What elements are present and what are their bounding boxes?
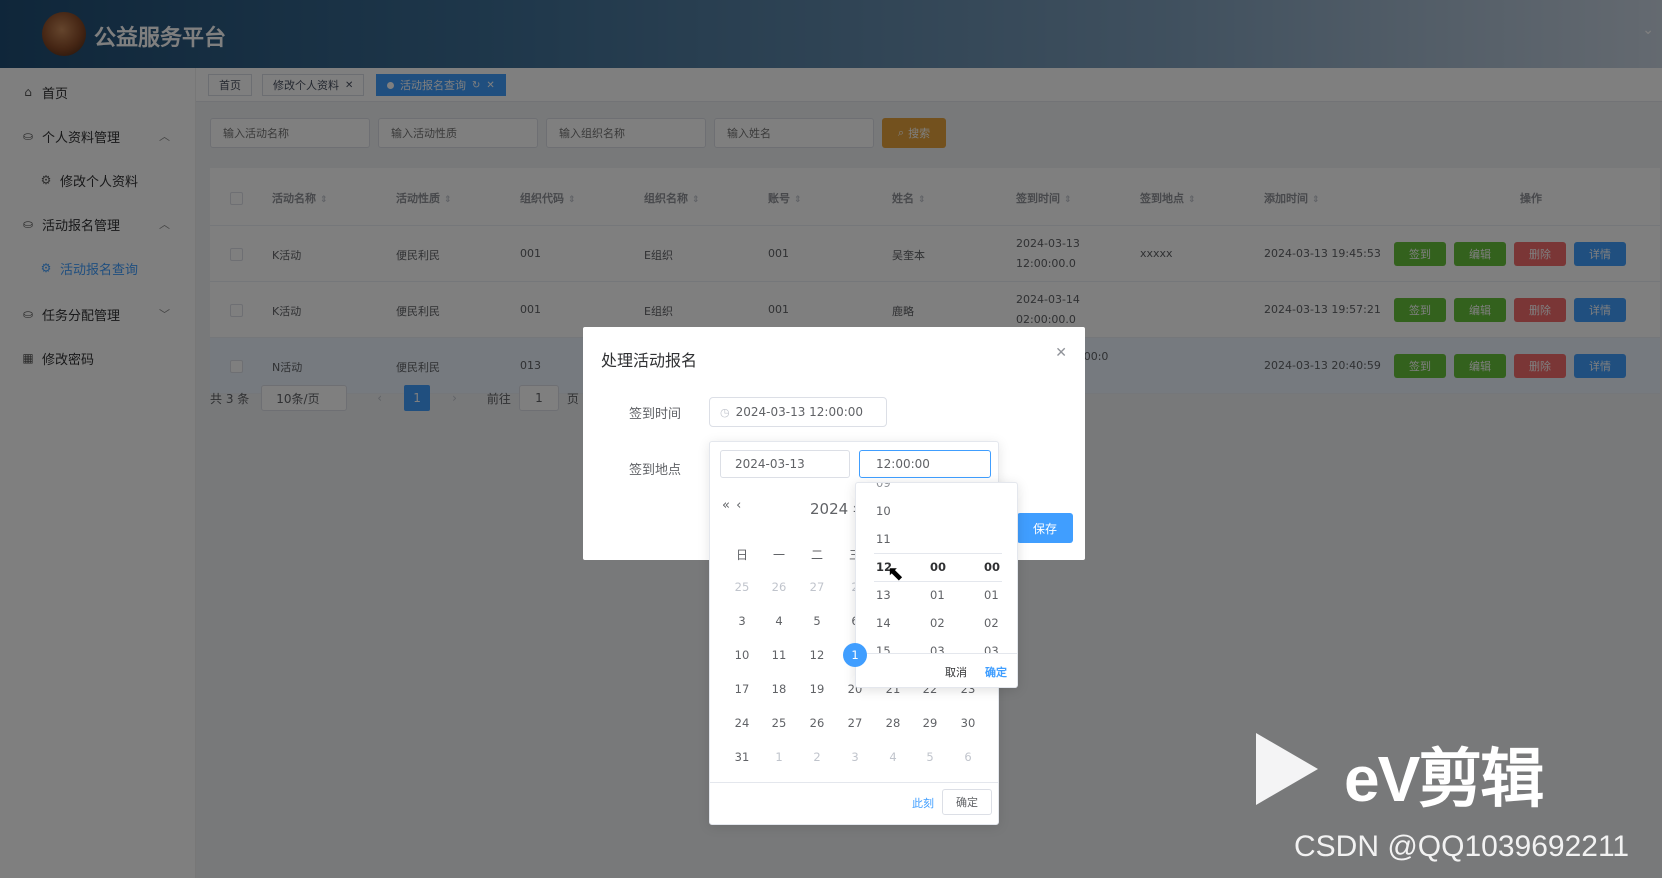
calendar-day[interactable]: 19 [802,674,832,704]
hour-option[interactable]: 14 [856,609,910,637]
signin-time-input[interactable]: ◷ 2024-03-13 12:00:00 [709,397,887,427]
second-option[interactable]: 03 [964,637,1017,653]
picker-time-input[interactable]: 12:00:00 [859,450,991,478]
picker-footer: 此刻 确定 [710,782,998,824]
second-option[interactable]: 02 [964,609,1017,637]
calendar-day[interactable]: 5 [802,606,832,636]
minute-option[interactable]: 02 [910,609,964,637]
calendar-day[interactable]: 25 [727,572,757,602]
calendar-day[interactable]: 18 [764,674,794,704]
clock-icon: ◷ [720,405,730,419]
calendar-day[interactable]: 3 [840,742,870,772]
calendar-day[interactable]: 4 [764,606,794,636]
weekday-header: 二 [810,548,823,562]
calendar-day[interactable]: 29 [915,708,945,738]
minute-option[interactable]: 03 [910,637,964,653]
calendar-day-selected[interactable]: 1 [840,640,870,670]
now-link[interactable]: 此刻 [912,795,934,811]
calendar-day[interactable]: 26 [802,708,832,738]
signin-time-value: 2024-03-13 12:00:00 [735,405,864,419]
calendar-day[interactable]: 12 [802,640,832,670]
spinner-confirm-button[interactable]: 确定 [985,664,1007,680]
second-option[interactable]: 01 [964,581,1017,609]
calendar-day[interactable]: 17 [727,674,757,704]
calendar-day[interactable]: 1 [764,742,794,772]
picker-date-input[interactable]: 2024-03-13 [720,450,850,478]
minute-option-selected[interactable]: 00 [910,553,964,581]
close-icon[interactable]: ✕ [1055,345,1067,361]
signin-place-label: 签到地点 [628,463,681,478]
time-spinner: 09 10 11 12 13 14 15 00 01 02 03 00 01 0… [855,482,1018,688]
save-button[interactable]: 保存 [1017,513,1073,543]
spinner-cancel-button[interactable]: 取消 [945,664,967,680]
calendar-day[interactable]: 25 [764,708,794,738]
calendar-day[interactable]: 31 [727,742,757,772]
hour-option[interactable]: 09 [856,483,910,497]
spinner-footer: 取消 确定 [856,653,1017,687]
calendar-day[interactable]: 2 [802,742,832,772]
calendar-day[interactable]: 10 [727,640,757,670]
mouse-cursor-icon: ⬉ [887,561,904,585]
spinner-divider [874,553,1002,554]
calendar-day[interactable]: 6 [953,742,983,772]
second-column[interactable]: 00 01 02 03 [964,483,1017,653]
weekday-header: 日 [735,548,748,562]
calendar-day[interactable]: 5 [915,742,945,772]
minute-option[interactable]: 01 [910,581,964,609]
picker-confirm-button[interactable]: 确定 [942,789,992,815]
calendar-day[interactable]: 27 [840,708,870,738]
csdn-watermark: CSDN @QQ1039692211 [1294,830,1630,863]
calendar-day[interactable]: 27 [802,572,832,602]
prev-year-month-icon[interactable]: « ‹ [722,498,742,513]
ev-watermark: eV剪辑 [1256,728,1576,815]
calendar-day[interactable]: 30 [953,708,983,738]
weekday-header: 一 [772,548,785,562]
calendar-day[interactable]: 28 [878,708,908,738]
hour-option[interactable]: 13 [856,581,910,609]
calendar-day[interactable]: 4 [878,742,908,772]
app-root: 公益服务平台 ⌄ ⌂ 首页 ⛀ 个人资料管理 ︿ ⚙ 修改个人资料 ⛀ 活动报名… [0,0,1662,878]
calendar-day[interactable]: 3 [727,606,757,636]
calendar-day[interactable]: 11 [764,640,794,670]
play-icon [1256,733,1318,805]
calendar-day[interactable]: 24 [727,708,757,738]
calendar-day[interactable]: 26 [764,572,794,602]
hour-option[interactable]: 11 [856,525,910,553]
ev-watermark-text: eV剪辑 [1344,743,1544,815]
hour-option[interactable]: 10 [856,497,910,525]
dialog-title: 处理活动报名 [601,351,698,370]
minute-column[interactable]: 00 01 02 03 [910,483,964,653]
signin-time-label: 签到时间 [628,407,681,422]
second-option-selected[interactable]: 00 [964,553,1017,581]
